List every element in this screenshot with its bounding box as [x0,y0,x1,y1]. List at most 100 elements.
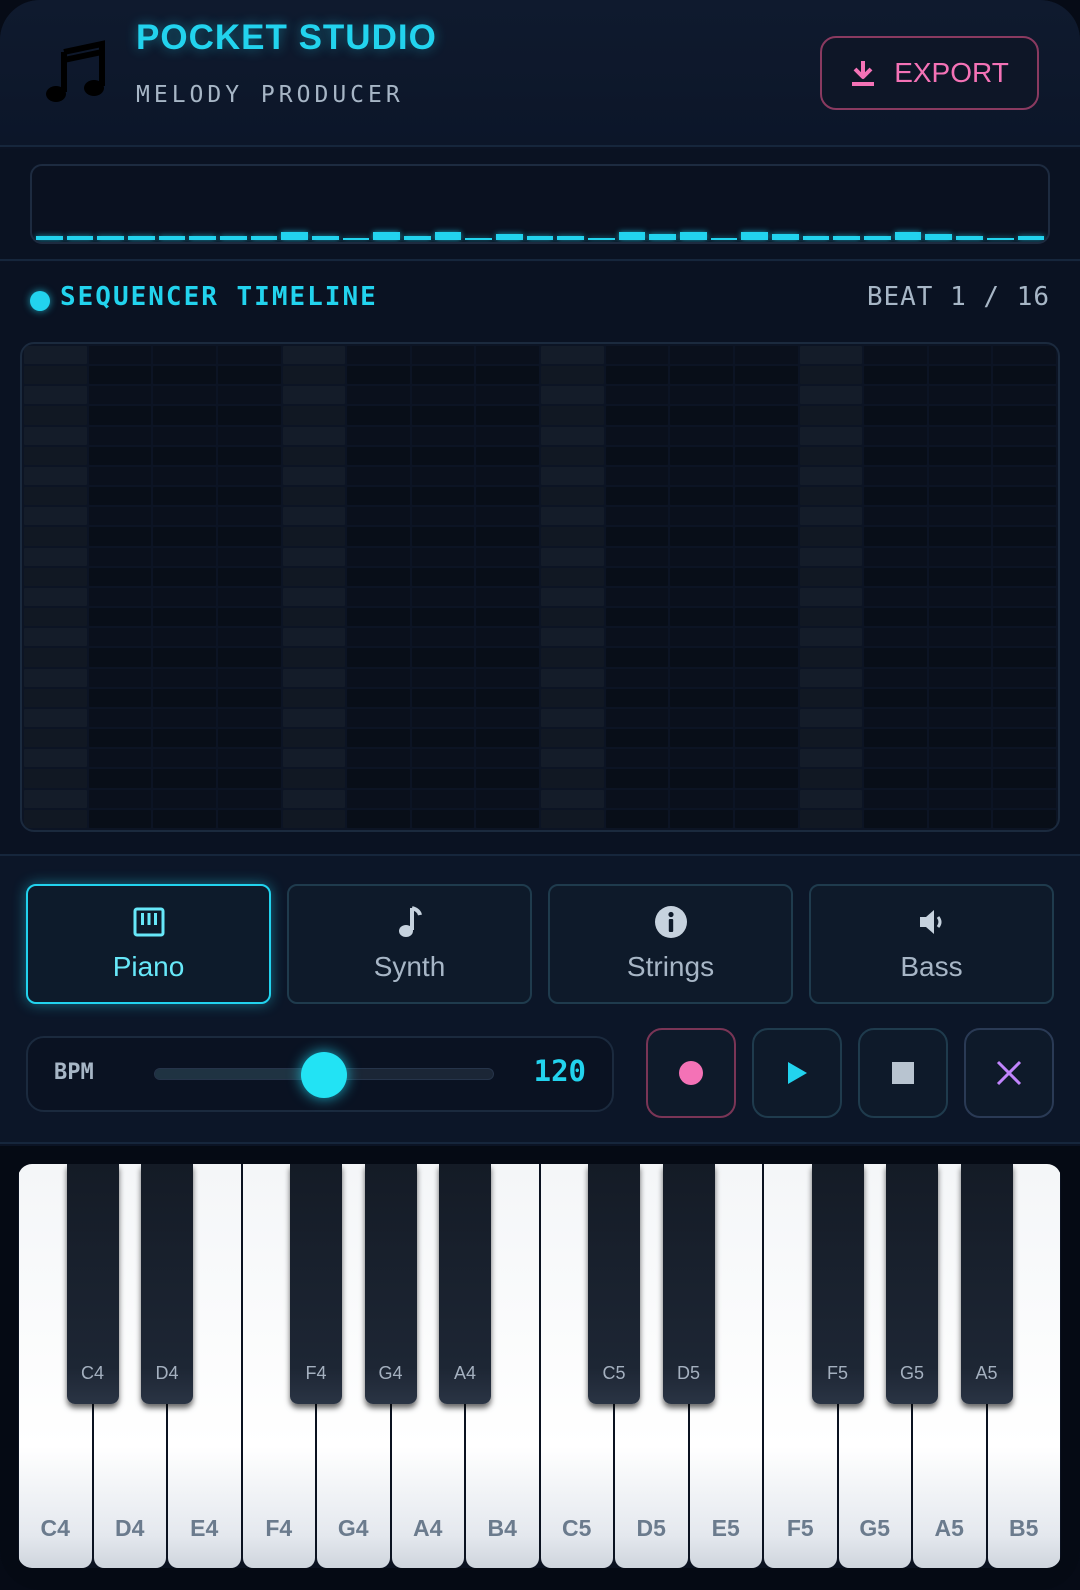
instrument-piano-button[interactable]: Piano [26,884,271,1004]
sequencer-cell[interactable] [605,587,669,607]
sequencer-cell[interactable] [476,769,539,788]
sequencer-cell[interactable] [347,527,410,546]
sequencer-cell[interactable] [88,527,152,546]
sequencer-cell[interactable] [217,769,281,788]
sequencer-cell[interactable] [734,769,798,788]
sequencer-cell[interactable] [799,567,863,586]
sequencer-cell[interactable] [670,446,733,465]
sequencer-cell[interactable] [153,547,216,566]
sequencer-cell[interactable] [799,507,863,526]
sequencer-cell[interactable] [24,466,87,486]
sequencer-cell[interactable] [217,487,281,506]
sequencer-cell[interactable] [476,587,539,607]
sequencer-cell[interactable] [734,729,798,748]
sequencer-cell[interactable] [347,426,410,445]
black-key-g4[interactable]: G4 [364,1164,417,1404]
sequencer-cell[interactable] [864,688,927,707]
sequencer-cell[interactable] [541,386,604,405]
sequencer-cell[interactable] [411,749,475,768]
sequencer-cell[interactable] [734,527,798,546]
sequencer-cell[interactable] [864,789,927,808]
sequencer-cell[interactable] [282,346,346,365]
sequencer-cell[interactable] [217,406,281,425]
sequencer-cell[interactable] [153,446,216,465]
sequencer-cell[interactable] [799,366,863,385]
sequencer-cell[interactable] [928,749,992,768]
sequencer-cell[interactable] [476,527,539,546]
sequencer-cell[interactable] [670,426,733,445]
sequencer-cell[interactable] [864,527,927,546]
sequencer-cell[interactable] [928,466,992,486]
sequencer-cell[interactable] [88,567,152,586]
sequencer-cell[interactable] [153,507,216,526]
sequencer-cell[interactable] [541,708,604,728]
sequencer-cell[interactable] [88,729,152,748]
sequencer-cell[interactable] [605,547,669,566]
sequencer-cell[interactable] [993,769,1056,788]
sequencer-cell[interactable] [864,466,927,486]
sequencer-cell[interactable] [734,749,798,768]
sequencer-cell[interactable] [799,487,863,506]
sequencer-cell[interactable] [24,446,87,465]
sequencer-cell[interactable] [411,708,475,728]
sequencer-cell[interactable] [864,668,927,687]
sequencer-cell[interactable] [217,668,281,687]
sequencer-cell[interactable] [411,648,475,667]
sequencer-cell[interactable] [670,507,733,526]
sequencer-cell[interactable] [993,466,1056,486]
sequencer-cell[interactable] [864,749,927,768]
sequencer-cell[interactable] [282,708,346,728]
sequencer-cell[interactable] [799,668,863,687]
sequencer-cell[interactable] [24,708,87,728]
sequencer-cell[interactable] [541,628,604,647]
black-key-f4[interactable]: F4 [290,1164,342,1404]
sequencer-cell[interactable] [153,608,216,627]
sequencer-cell[interactable] [347,729,410,748]
sequencer-cell[interactable] [347,446,410,465]
sequencer-cell[interactable] [88,668,152,687]
sequencer-cell[interactable] [928,426,992,445]
sequencer-cell[interactable] [217,507,281,526]
sequencer-cell[interactable] [24,729,87,748]
sequencer-cell[interactable] [24,809,87,828]
sequencer-cell[interactable] [24,527,87,546]
sequencer-cell[interactable] [217,809,281,828]
sequencer-cell[interactable] [541,587,604,607]
sequencer-cell[interactable] [411,406,475,425]
sequencer-cell[interactable] [282,688,346,707]
sequencer-cell[interactable] [605,527,669,546]
sequencer-cell[interactable] [24,426,87,445]
sequencer-cell[interactable] [670,366,733,385]
sequencer-cell[interactable] [864,366,927,385]
sequencer-cell[interactable] [153,749,216,768]
black-key-a5[interactable]: A5 [960,1164,1013,1404]
sequencer-cell[interactable] [217,729,281,748]
sequencer-cell[interactable] [88,688,152,707]
sequencer-cell[interactable] [88,708,152,728]
sequencer-cell[interactable] [734,608,798,627]
sequencer-cell[interactable] [864,648,927,667]
sequencer-cell[interactable] [217,366,281,385]
sequencer-cell[interactable] [605,608,669,627]
sequencer-cell[interactable] [541,789,604,808]
sequencer-cell[interactable] [799,769,863,788]
sequencer-cell[interactable] [347,769,410,788]
sequencer-cell[interactable] [993,567,1056,586]
sequencer-cell[interactable] [541,648,604,667]
sequencer-cell[interactable] [282,426,346,445]
sequencer-cell[interactable] [928,648,992,667]
sequencer-cell[interactable] [153,769,216,788]
record-button[interactable] [646,1028,736,1118]
stop-button[interactable] [858,1028,948,1118]
sequencer-cell[interactable] [734,789,798,808]
sequencer-cell[interactable] [605,446,669,465]
sequencer-cell[interactable] [799,708,863,728]
sequencer-cell[interactable] [153,466,216,486]
sequencer-cell[interactable] [799,749,863,768]
sequencer-cell[interactable] [928,527,992,546]
sequencer-cell[interactable] [799,527,863,546]
sequencer-cell[interactable] [476,426,539,445]
instrument-bass-button[interactable]: Bass [809,884,1054,1004]
sequencer-cell[interactable] [411,346,475,365]
sequencer-cell[interactable] [734,628,798,647]
